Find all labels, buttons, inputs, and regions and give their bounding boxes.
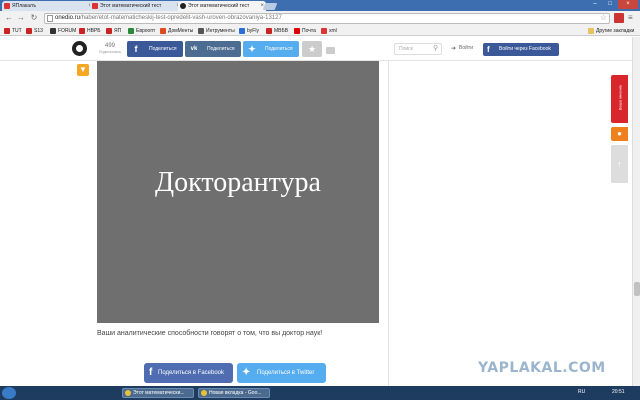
bookmark-item[interactable]: Почта <box>294 27 316 35</box>
result-title: Докторантура <box>155 167 321 198</box>
close-window-icon[interactable]: × <box>618 0 638 9</box>
web-page: 499 Поделились f Поделиться vk Поделитьс… <box>0 37 640 386</box>
share-facebook-button[interactable]: f Поделиться в Facebook <box>144 363 233 383</box>
browser-tabstrip: ЯПлакалъ × Этот математический тест × Эт… <box>0 0 640 11</box>
share-counter: 499 Поделились <box>96 43 124 54</box>
facebook-icon: f <box>134 44 138 54</box>
tab-label: ЯПлакалъ <box>12 3 37 9</box>
address-bar[interactable]: onedio.ru/haber/etot-matematicheskij-tes… <box>44 13 610 24</box>
site-header: 499 Поделились f Поделиться vk Поделитьс… <box>0 37 632 61</box>
facebook-icon: f <box>487 45 490 54</box>
twitter-icon: ✦ <box>242 367 251 378</box>
bookmark-item[interactable]: Интрументы <box>198 27 235 35</box>
bookmark-item[interactable]: S13 <box>26 27 43 35</box>
twitter-icon: ✦ <box>248 44 256 54</box>
yaplakal-favicon-icon <box>92 3 98 9</box>
scroll-to-top-icon[interactable]: ↑ <box>611 145 628 183</box>
login-link[interactable]: ➜ Войти <box>451 45 473 52</box>
facebook-icon: f <box>149 367 153 378</box>
bookmark-icon <box>266 28 272 34</box>
facebook-share-button[interactable]: f Поделиться <box>127 41 183 57</box>
bookmarks-bar: TUT S13 FORUM НВРБ ЯП Евроопт ДомМенты И… <box>0 26 640 36</box>
bookmark-item[interactable]: TUT <box>4 27 22 35</box>
windows-taskbar: Этот математически... Новая вкладка - Go… <box>0 386 640 400</box>
mail-icon[interactable] <box>326 47 335 54</box>
bookmark-icon <box>239 28 245 34</box>
bookmark-star-icon[interactable]: ☆ <box>600 13 607 23</box>
forward-arrow-icon[interactable]: → <box>16 13 26 23</box>
share-twitter-button[interactable]: ✦ Поделиться в Twitter <box>237 363 326 383</box>
tab-label: Этот математический тест <box>100 3 162 9</box>
bookmark-item[interactable]: ЯП <box>106 27 121 35</box>
url-host: onedio.ru <box>55 15 81 21</box>
column-divider <box>388 61 389 386</box>
bookmark-icon <box>50 28 56 34</box>
result-image: Докторантура <box>97 61 379 323</box>
page-icon <box>47 15 53 22</box>
onedio-logo[interactable] <box>72 41 87 56</box>
taskbar-item[interactable]: Новая вкладка - Goo... <box>198 388 270 398</box>
facebook-login-button[interactable]: f Войти через Facebook <box>483 43 559 56</box>
reload-icon[interactable]: ↻ <box>29 13 39 23</box>
search-icon[interactable]: ⚲ <box>433 44 438 52</box>
bookmark-item[interactable]: byFly <box>239 27 259 35</box>
taskbar-item[interactable]: Этот математически... <box>122 388 194 398</box>
browser-tab[interactable]: Этот математический тест × <box>90 1 182 11</box>
bookmark-item[interactable]: Евроопт <box>128 27 155 35</box>
folder-icon <box>588 28 594 34</box>
bookmark-item[interactable]: ДомМенты <box>160 27 193 35</box>
language-indicator[interactable]: RU <box>578 389 585 395</box>
tab-label: Этот математический тест <box>188 3 250 9</box>
bookmark-item[interactable]: xml <box>321 27 337 35</box>
pin-icon[interactable]: ▼ <box>77 64 89 76</box>
browser-toolbar: ← → ↻ onedio.ru/haber/etot-matematichesk… <box>0 11 640 26</box>
favorite-star-button[interactable]: ★ <box>302 41 322 57</box>
minimize-icon[interactable]: – <box>588 0 602 9</box>
bookmark-icon <box>294 28 300 34</box>
bookmark-item[interactable]: FORUM <box>50 27 76 35</box>
bookmark-icon <box>26 28 32 34</box>
bookmark-icon <box>321 28 327 34</box>
menu-icon[interactable]: ≡ <box>628 13 633 23</box>
bookmark-item[interactable]: MBБВ <box>266 27 288 35</box>
yaplakal-favicon-icon <box>4 3 10 9</box>
back-arrow-icon[interactable]: ← <box>4 13 14 23</box>
onedio-favicon-icon <box>180 3 186 9</box>
share-count-label: Поделились <box>98 49 122 54</box>
bookmark-icon <box>79 28 85 34</box>
bookmark-icon <box>160 28 166 34</box>
vk-icon: vk <box>190 46 198 52</box>
page-scrollbar[interactable] <box>632 37 640 386</box>
new-tab-button[interactable] <box>262 3 278 10</box>
browser-tab[interactable]: ЯПлакалъ × <box>2 1 94 11</box>
bookmark-icon <box>128 28 134 34</box>
feedback-tab[interactable]: Ваше мнение <box>611 75 628 123</box>
scroll-thumb[interactable] <box>634 282 640 296</box>
comments-tab-icon[interactable]: ● <box>611 127 628 141</box>
result-caption: Ваши аналитические способности говорят о… <box>97 330 323 337</box>
watermark: YAPLAKAL.COM <box>478 360 606 376</box>
start-button[interactable] <box>2 387 16 399</box>
chrome-icon <box>201 390 207 396</box>
twitter-share-button[interactable]: ✦ Поделиться <box>243 41 299 57</box>
bookmark-icon <box>106 28 112 34</box>
bookmark-item[interactable]: НВРБ <box>79 27 101 35</box>
extension-icon[interactable] <box>614 13 624 23</box>
clock: 20:51 <box>612 389 625 395</box>
bookmark-icon <box>4 28 10 34</box>
other-bookmarks[interactable]: Другие закладки <box>588 27 634 35</box>
login-icon: ➜ <box>451 46 457 52</box>
bookmark-icon <box>198 28 204 34</box>
vk-share-button[interactable]: vk Поделиться <box>185 41 241 57</box>
maximize-icon[interactable]: □ <box>603 0 617 9</box>
chrome-icon <box>125 390 131 396</box>
browser-tab-active[interactable]: Этот математический тест × <box>178 1 266 11</box>
url-path: /haber/etot-matematicheskij-test-opredel… <box>80 15 282 21</box>
